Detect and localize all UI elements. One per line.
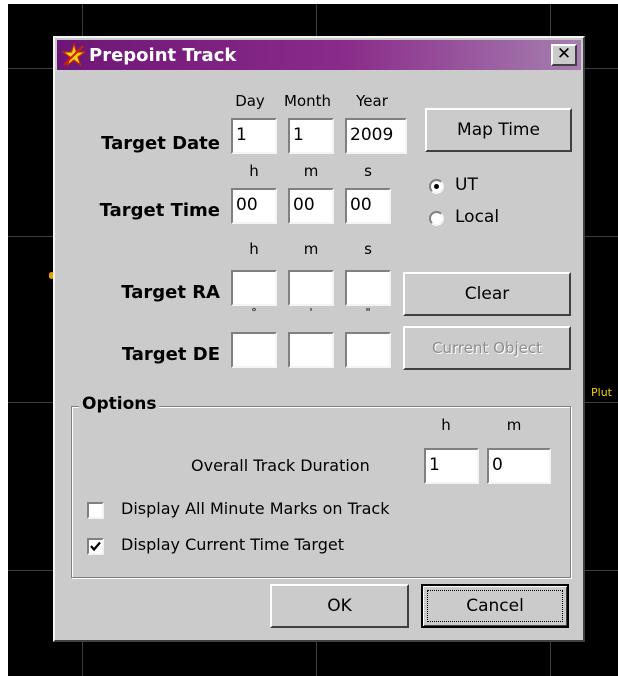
duration-hours-header: h [441,416,451,434]
ra-hours-header: h [249,240,259,258]
target-time-label: Target Time [99,200,220,221]
de-arcmin-unit: ' [309,306,313,319]
target-time-seconds-input[interactable]: 00 [345,188,391,224]
time-seconds-header: s [364,162,372,180]
target-date-month-input[interactable]: 1 [288,118,334,154]
current-time-target-checkbox[interactable] [87,538,104,555]
cancel-button[interactable]: Cancel [421,584,569,628]
target-ra-label: Target RA [121,282,220,303]
target-date-label: Target Date [101,133,220,154]
minute-marks-label: Display All Minute Marks on Track [121,499,390,518]
options-group-title: Options [79,394,160,414]
ra-seconds-header: s [364,240,372,258]
target-time-hours-input[interactable]: 00 [231,188,277,224]
time-minutes-header: m [303,162,319,180]
prepoint-track-dialog: Prepoint Track ✕ Day Month Year Target D… [53,36,585,642]
target-date-year-input[interactable]: 2009 [345,118,407,154]
target-ra-hours-input[interactable] [231,270,277,306]
target-ra-seconds-input[interactable] [345,270,391,306]
target-de-label: Target DE [121,344,220,365]
sky-object-label: Plut [591,386,612,399]
de-degree-unit: ° [251,306,257,319]
ut-radio-label: UT [455,175,478,195]
target-date-day-input[interactable]: 1 [231,118,277,154]
current-object-button[interactable]: Current Object [403,326,571,370]
target-de-arcsec-input[interactable] [345,332,391,368]
close-button[interactable]: ✕ [551,44,577,66]
de-arcsec-unit: " [365,306,371,319]
duration-minutes-input[interactable]: 0 [487,448,551,484]
ut-radio[interactable] [429,179,444,194]
ra-minutes-header: m [303,240,319,258]
current-time-target-label: Display Current Time Target [121,535,344,554]
target-time-minutes-input[interactable]: 00 [288,188,334,224]
month-column-header: Month [284,92,332,110]
day-column-header: Day [235,92,265,110]
target-de-degrees-input[interactable] [231,332,277,368]
local-radio-label: Local [455,207,500,227]
local-radio[interactable] [429,211,444,226]
duration-minutes-header: m [506,416,522,434]
star-track-icon [62,43,86,67]
target-de-arcmin-input[interactable] [288,332,334,368]
duration-hours-input[interactable]: 1 [424,448,479,484]
map-time-button[interactable]: Map Time [425,108,572,152]
target-ra-minutes-input[interactable] [288,270,334,306]
title-bar[interactable]: Prepoint Track ✕ [57,40,581,70]
minute-marks-checkbox[interactable] [87,502,104,519]
duration-label: Overall Track Duration [191,456,370,475]
checkmark-icon [90,541,101,552]
window-title: Prepoint Track [89,45,237,66]
clear-button[interactable]: Clear [403,272,571,316]
ok-button[interactable]: OK [270,584,409,628]
year-column-header: Year [356,92,388,110]
time-hours-header: h [249,162,259,180]
